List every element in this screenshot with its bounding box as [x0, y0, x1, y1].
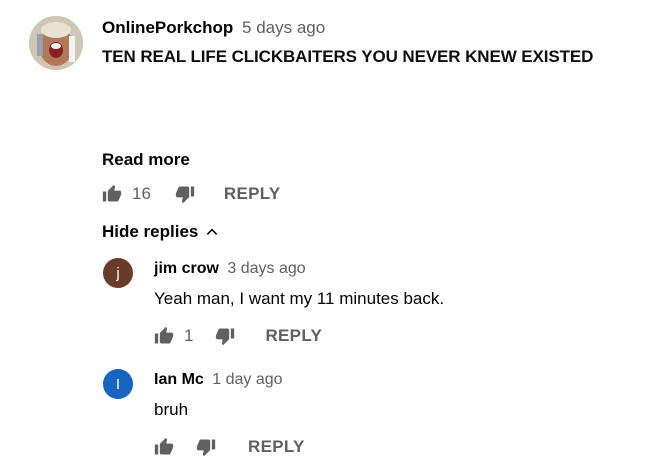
author-name[interactable]: OnlinePorkchop: [102, 18, 233, 37]
like-count: 16: [132, 184, 151, 203]
hide-replies-label: Hide replies: [102, 222, 199, 241]
thumb-up-icon[interactable]: [102, 184, 122, 204]
avatar[interactable]: [29, 16, 83, 70]
author-name[interactable]: Ian Mc: [154, 371, 204, 388]
avatar-image: [29, 16, 83, 70]
read-more-link[interactable]: Read more: [102, 150, 190, 170]
comment-time[interactable]: 5 days ago: [242, 18, 325, 37]
reply-header: Ian Mc 1 day ago: [154, 370, 283, 390]
reply-text: Yeah man, I want my 11 minutes back.: [154, 289, 445, 308]
thumb-up-icon[interactable]: [154, 437, 174, 457]
avatar-letter: I: [115, 375, 121, 393]
comment-time[interactable]: 3 days ago: [227, 260, 305, 277]
comment-actions: 16 REPLY: [102, 184, 281, 204]
thumb-down-icon[interactable]: [215, 326, 235, 346]
reply-button[interactable]: REPLY: [265, 326, 322, 346]
avatar-letter: j: [116, 264, 120, 282]
reply-button[interactable]: REPLY: [248, 437, 305, 457]
thumb-up-icon[interactable]: [154, 326, 174, 346]
like-count: 1: [184, 326, 194, 345]
comment-text: TEN REAL LIFE CLICKBAITERS YOU NEVER KNE…: [102, 47, 594, 66]
reply-text: bruh: [154, 400, 189, 419]
thumb-down-icon[interactable]: [196, 437, 216, 457]
author-name[interactable]: jim crow: [154, 260, 219, 277]
chevron-up-icon: [207, 228, 218, 235]
avatar[interactable]: I: [103, 369, 133, 399]
comment-time[interactable]: 1 day ago: [212, 371, 282, 388]
reply-actions: REPLY: [154, 437, 305, 457]
reply-actions: 1 REPLY: [154, 326, 322, 346]
thumb-down-icon[interactable]: [175, 184, 195, 204]
hide-replies-button[interactable]: Hide replies: [102, 222, 219, 242]
reply-button[interactable]: REPLY: [224, 184, 281, 204]
avatar[interactable]: j: [103, 258, 133, 288]
comment-header: OnlinePorkchop 5 days ago: [102, 17, 325, 39]
reply-header: jim crow 3 days ago: [154, 259, 306, 279]
